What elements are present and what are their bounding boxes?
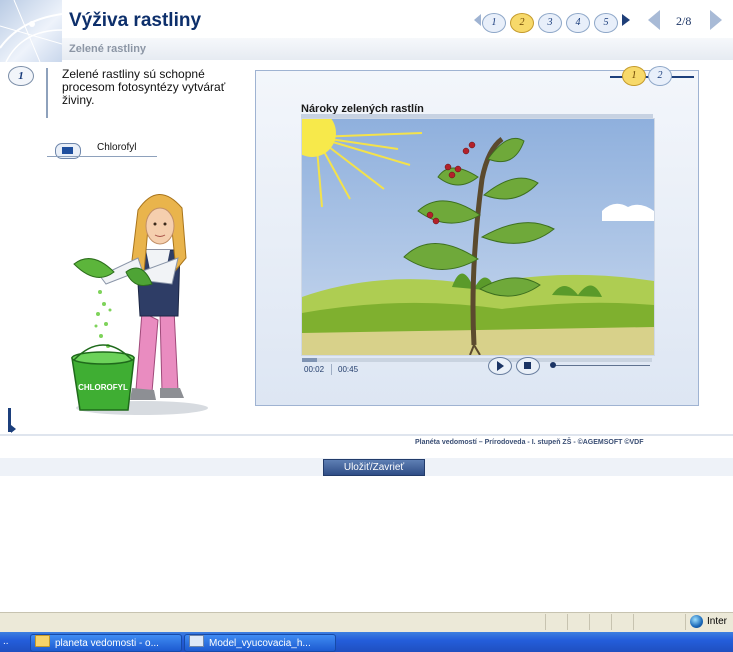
volume-slider[interactable]	[553, 365, 650, 366]
footer-divider	[0, 434, 733, 436]
page-title: Výživa rastliny	[69, 10, 202, 31]
browser-status-bar	[0, 612, 733, 633]
app-logo	[0, 0, 62, 62]
save-close-button[interactable]: Uložiť/Zavrieť	[323, 459, 425, 476]
subtitle-bar	[62, 38, 733, 60]
status-separator	[633, 614, 634, 630]
taskbar-item-folder[interactable]: planeta vedomosti - o...	[30, 634, 182, 652]
taskbar-item-label: planeta vedomosti - o...	[55, 638, 159, 649]
status-separator	[545, 614, 546, 630]
intro-text: Zelené rastliny sú schopné procesom foto…	[62, 67, 226, 107]
step-number-badge: 1	[8, 66, 34, 86]
internet-zone-icon	[690, 615, 703, 628]
status-separator	[567, 614, 568, 630]
video-progress-fill	[302, 358, 317, 362]
pagination-prev-icon[interactable]	[474, 14, 481, 26]
document-icon	[189, 635, 204, 647]
bucket-label: CHLOROFYL	[78, 383, 128, 392]
pagination-next-icon[interactable]	[622, 14, 630, 26]
video-progress-track[interactable]	[302, 358, 652, 362]
total-time: 00:45	[338, 365, 359, 374]
pagination-page-2[interactable]: 2	[510, 13, 534, 33]
forward-arrow-icon[interactable]	[710, 10, 722, 30]
taskbar-item-label: Model_vyucovacia_h...	[209, 638, 311, 649]
security-zone-label: Inter	[707, 616, 728, 627]
copyright-text: Planéta vedomostí – Prírodoveda - I. stu…	[415, 439, 644, 446]
media-tab-2[interactable]: 2	[648, 66, 672, 86]
pagination-page-4[interactable]: 4	[566, 13, 590, 33]
page-subtitle: Zelené rastliny	[69, 43, 147, 55]
link-underline	[47, 156, 157, 157]
pagination-page-1[interactable]: 1	[482, 13, 506, 33]
status-separator	[685, 614, 686, 630]
stop-button[interactable]	[516, 357, 540, 375]
media-tab-1[interactable]: 1	[622, 66, 646, 86]
current-time: 00:02	[304, 365, 325, 374]
chlorofyl-link-label[interactable]: Chlorofyl	[97, 142, 136, 153]
text-divider	[46, 68, 48, 118]
status-separator	[611, 614, 612, 630]
page-counter: 2/8	[676, 14, 692, 28]
time-separator	[331, 364, 332, 375]
folder-icon	[35, 635, 50, 647]
status-separator	[589, 614, 590, 630]
pagination-page-3[interactable]: 3	[538, 13, 562, 33]
taskbar-item-document[interactable]: Model_vyucovacia_h...	[184, 634, 336, 652]
volume-slider-handle[interactable]	[550, 362, 556, 368]
expand-arrow-icon[interactable]	[11, 425, 16, 433]
pagination-page-5[interactable]: 5	[594, 13, 618, 33]
back-arrow-icon[interactable]	[648, 10, 660, 30]
taskbar-overflow[interactable]: ..	[3, 636, 9, 647]
plant-animation-frame	[288, 109, 654, 356]
girl-watering-illustration: CHLOROFYL	[71, 194, 208, 415]
play-button[interactable]	[488, 357, 512, 375]
video-player[interactable]	[288, 109, 655, 356]
